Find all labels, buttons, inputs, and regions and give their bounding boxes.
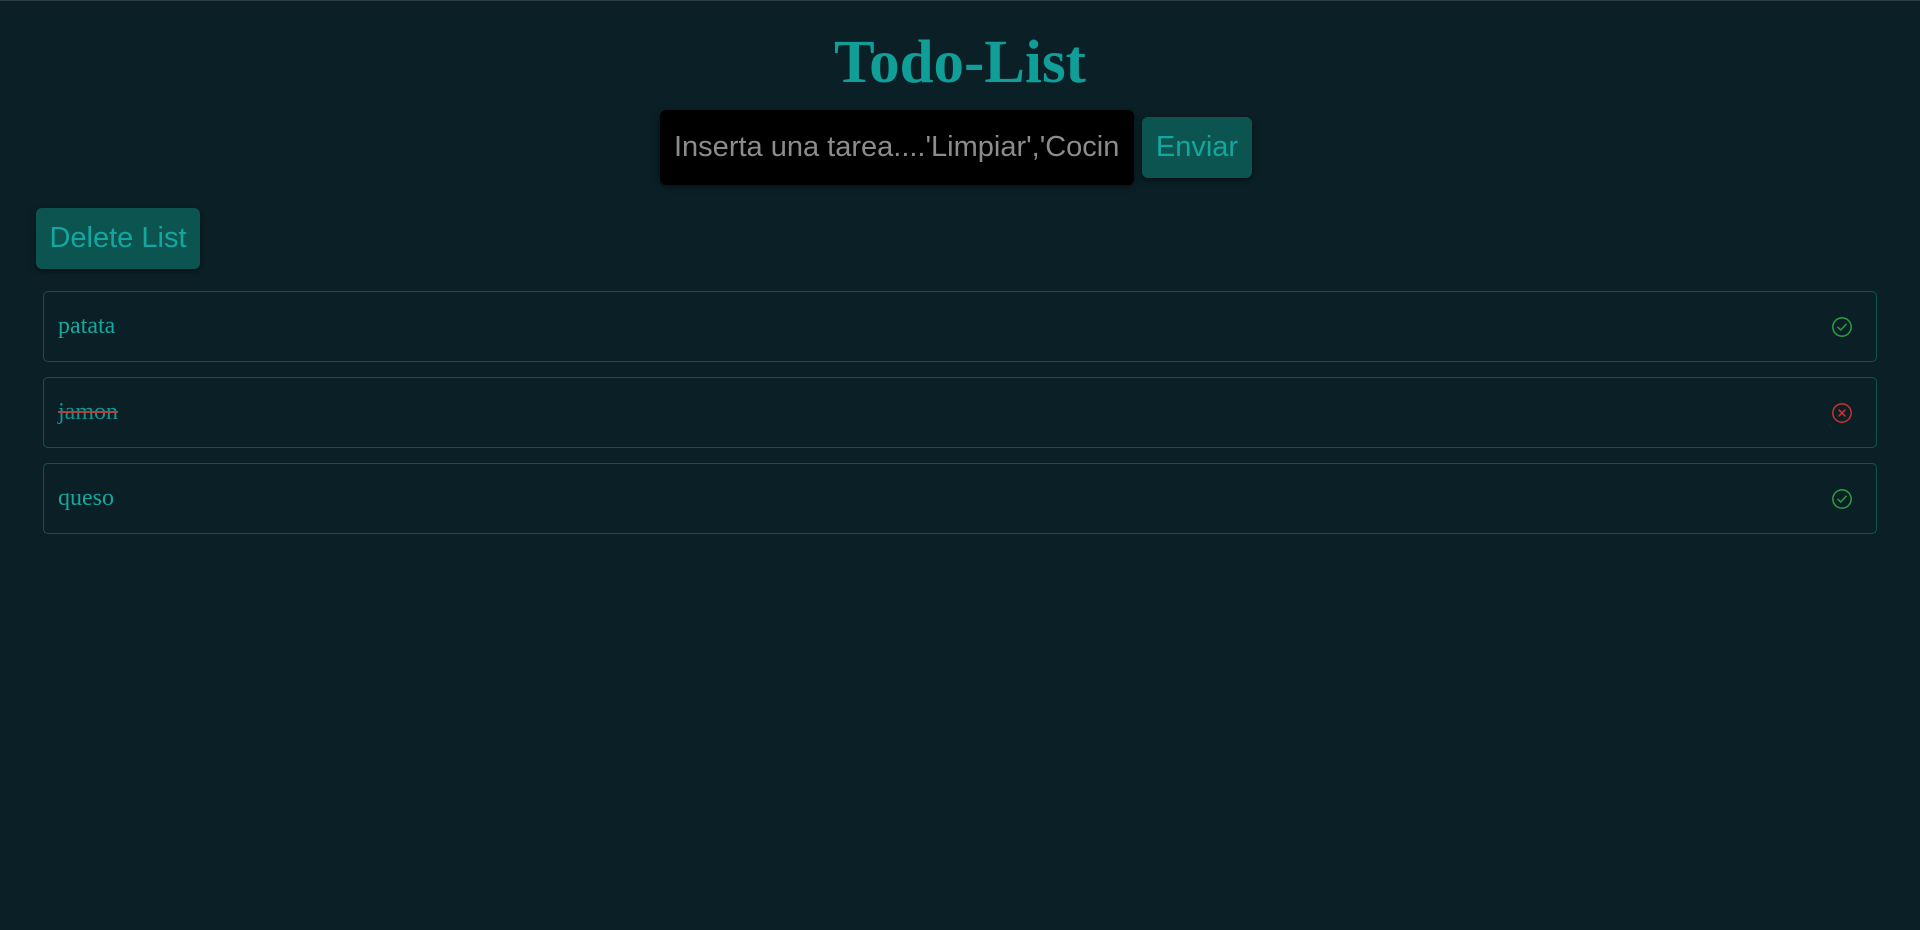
todo-item: patata	[43, 291, 1877, 362]
delete-list-button[interactable]: Delete List	[36, 208, 200, 269]
task-input[interactable]	[660, 110, 1134, 185]
todo-item-text: patata	[58, 313, 116, 339]
todo-list: patata jamon queso	[43, 291, 1877, 549]
send-button[interactable]: Enviar	[1142, 117, 1252, 178]
check-circle-icon[interactable]	[1830, 487, 1854, 511]
x-circle-icon[interactable]	[1830, 401, 1854, 425]
todo-item-text: queso	[58, 485, 114, 511]
todo-item: jamon	[43, 377, 1877, 448]
check-circle-icon[interactable]	[1830, 315, 1854, 339]
page-title: Todo-List	[833, 29, 1086, 96]
todo-item-text: jamon	[58, 399, 118, 425]
todo-item: queso	[43, 463, 1877, 534]
add-task-form: Enviar	[660, 110, 1252, 185]
